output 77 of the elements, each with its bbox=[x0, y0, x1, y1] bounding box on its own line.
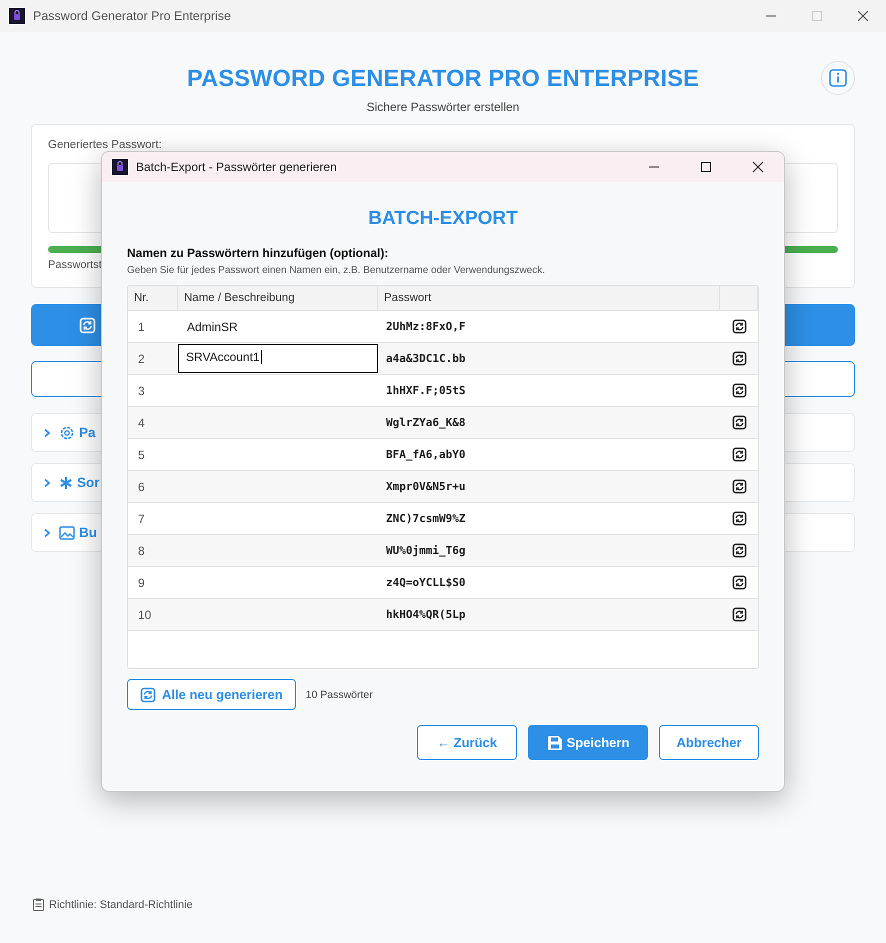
table-row[interactable]: 4 WglrZYa6_K&8 bbox=[128, 407, 758, 439]
row-number: 9 bbox=[137, 576, 146, 590]
app-logo-icon bbox=[9, 8, 25, 24]
password-cell-text: BFA_fA6,abY0 bbox=[385, 448, 466, 461]
row-number: 1 bbox=[137, 320, 146, 334]
strength-label: Passwortst bbox=[48, 259, 102, 271]
table-row[interactable]: 10 hkHO4%QR(5Lp bbox=[128, 599, 758, 631]
section-title: Sor bbox=[77, 475, 100, 490]
image-icon bbox=[59, 524, 75, 540]
regenerate-button[interactable] bbox=[732, 383, 746, 398]
regenerate-button[interactable] bbox=[732, 319, 746, 334]
section-title: Pa bbox=[79, 425, 96, 440]
password-label: Generiertes Passwort: bbox=[48, 139, 162, 151]
info-icon bbox=[828, 68, 848, 88]
row-number: 7 bbox=[137, 512, 146, 526]
regenerate-button[interactable] bbox=[732, 511, 746, 526]
row-number: 5 bbox=[137, 448, 146, 462]
refresh-icon bbox=[732, 543, 746, 558]
password-count: 10 Passwörter bbox=[306, 688, 373, 700]
row-number: 8 bbox=[137, 544, 146, 558]
refresh-icon bbox=[732, 575, 746, 590]
refresh-icon bbox=[732, 479, 746, 494]
password-cell-text: WU%0jmmi_T6g bbox=[385, 544, 466, 557]
dialog-heading: BATCH-EXPORT bbox=[367, 208, 519, 230]
refresh-icon bbox=[140, 686, 156, 702]
close-icon[interactable] bbox=[858, 11, 868, 21]
password-cell-text: Xmpr0V&N5r+u bbox=[385, 480, 466, 493]
regenerate-button[interactable] bbox=[732, 543, 746, 558]
regenerate-button[interactable] bbox=[732, 575, 746, 590]
refresh-icon bbox=[732, 319, 746, 334]
column-header: Passwort bbox=[378, 286, 720, 310]
clipboard-icon bbox=[33, 898, 44, 911]
refresh-icon bbox=[732, 607, 746, 622]
name-input-field[interactable]: SRVAccount1 bbox=[178, 344, 378, 373]
instruction-text: Namen zu Passwörtern hinzufügen (optional): bbox=[127, 246, 390, 260]
table-row[interactable]: 6 Xmpr0V&N5r+u bbox=[128, 471, 758, 503]
regenerate-button[interactable] bbox=[732, 415, 746, 430]
policy-text: Richtlinie: Standard-Richtlinie bbox=[49, 898, 193, 910]
row-number: 4 bbox=[137, 416, 146, 430]
password-cell-text: ZNC)7csmW9%Z bbox=[385, 512, 466, 525]
app-title: PASSWORD GENERATOR PRO ENTERPRISE bbox=[187, 65, 699, 92]
password-cell-text: z4Q=oYCLL$S0 bbox=[385, 576, 466, 589]
info-button[interactable] bbox=[821, 61, 855, 95]
dialog-title: Batch-Export - Passwörter generieren bbox=[136, 160, 338, 174]
maximize-icon bbox=[812, 11, 822, 21]
regenerate-button[interactable] bbox=[732, 447, 746, 462]
row-number: 10 bbox=[137, 608, 152, 622]
password-cell-text: 2UhMz:8FxO,F bbox=[385, 320, 466, 333]
refresh-icon bbox=[732, 415, 746, 430]
refresh-icon bbox=[79, 316, 96, 334]
hint-text: Geben Sie für jedes Passwort einen Namen ein, z.B. Benutzername oder Verwendungszweck. bbox=[127, 265, 546, 276]
asterisk-icon bbox=[59, 476, 73, 490]
refresh-icon bbox=[732, 383, 746, 398]
row-number: 3 bbox=[137, 384, 146, 398]
table-row[interactable]: 8 WU%0jmmi_T6g bbox=[128, 535, 758, 567]
gear-icon bbox=[59, 424, 75, 440]
regenerate-button[interactable] bbox=[732, 607, 746, 622]
refresh-icon bbox=[732, 351, 746, 366]
regenerate-button[interactable] bbox=[732, 351, 746, 366]
password-cell-text: 1hHXF.F;05tS bbox=[385, 384, 466, 397]
window-title: Password Generator Pro Enterprise bbox=[33, 9, 232, 23]
column-header: Name / Beschreibung bbox=[178, 286, 378, 310]
password-cell-text: WglrZYa6_K&8 bbox=[385, 416, 466, 429]
save-icon bbox=[546, 734, 563, 750]
app-subtitle: Sichere Passwörter erstellen bbox=[366, 100, 520, 114]
refresh-icon bbox=[732, 511, 746, 526]
password-cell-text: hkHO4%QR(5Lp bbox=[385, 608, 466, 621]
column-header: Nr. bbox=[128, 286, 178, 310]
dialog-logo-icon bbox=[112, 159, 128, 175]
row-number: 2 bbox=[137, 352, 146, 366]
section-title: Bu bbox=[79, 525, 97, 540]
regenerate-button[interactable] bbox=[732, 479, 746, 494]
name-cell[interactable]: AdminSR bbox=[178, 311, 378, 342]
refresh-icon bbox=[732, 447, 746, 462]
password-cell-text: a4a&3DC1C.bb bbox=[385, 352, 466, 365]
table-row[interactable]: 2 SRVAccount1 a4a&3DC1C.bb bbox=[128, 343, 758, 375]
row-number: 6 bbox=[137, 480, 146, 494]
